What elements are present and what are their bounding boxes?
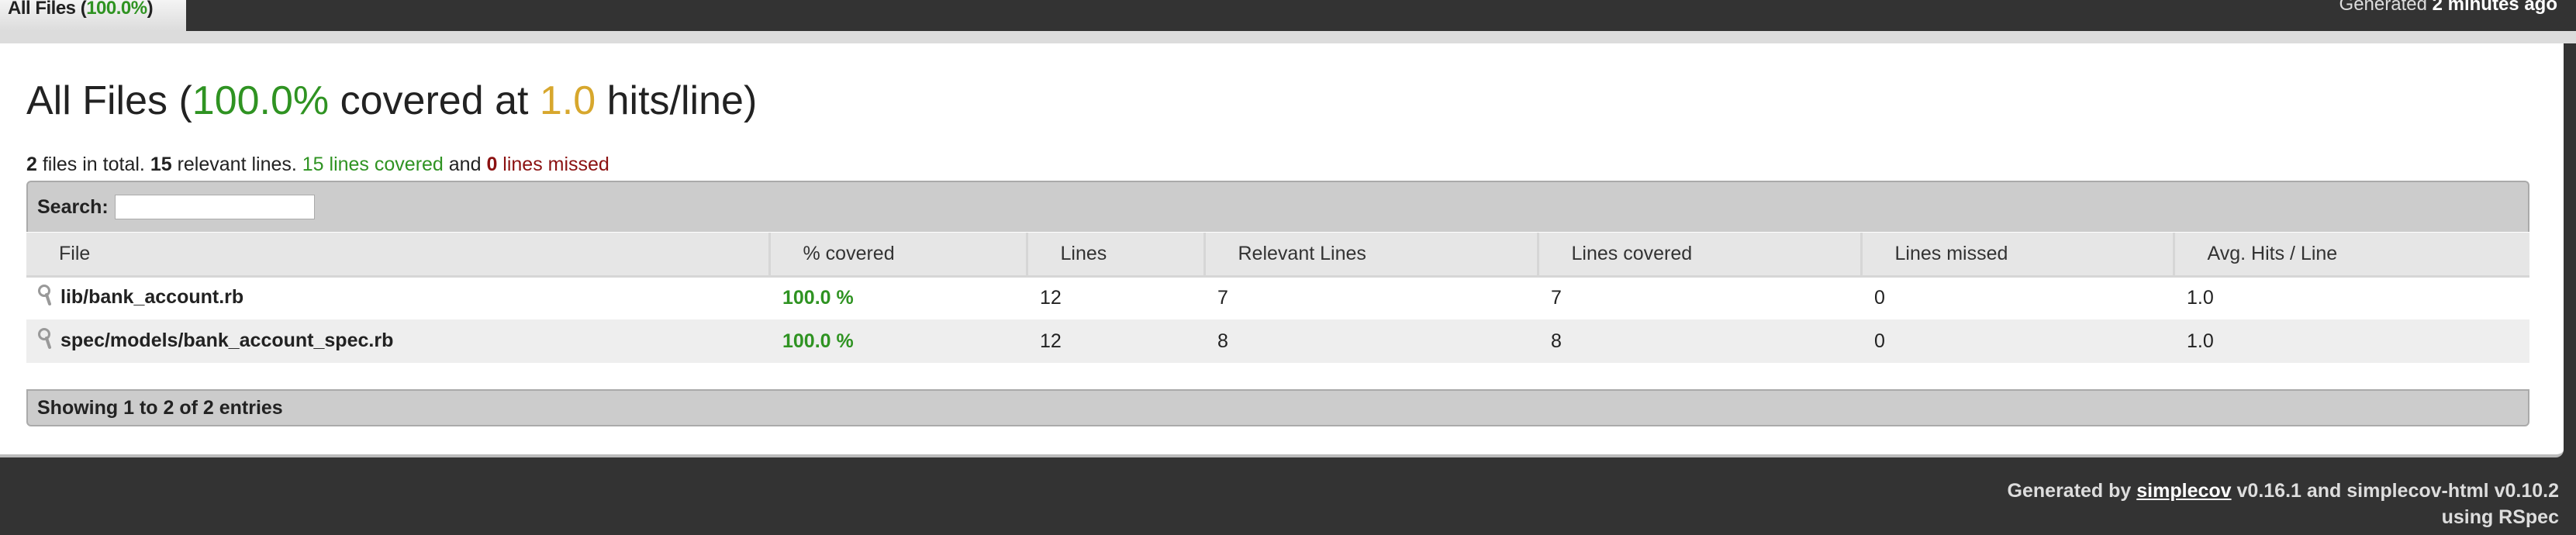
top-bar: All Files (100.0%) Generated 2 minutes a… — [0, 0, 2576, 43]
summary-text: and — [443, 154, 487, 175]
footer: Generated by simplecov v0.16.1 and simpl… — [2008, 478, 2559, 530]
search-label: Search: — [37, 195, 109, 218]
title-hits: 1.0 — [539, 78, 596, 123]
page-title: All Files (100.0% covered at 1.0 hits/li… — [26, 78, 757, 124]
table-row: spec/models/bank_account_spec.rb 100.0 %… — [26, 319, 2529, 363]
relevant-cell: 7 — [1204, 276, 1538, 319]
avg-hits-cell: 1.0 — [2174, 276, 2529, 319]
column-header-lines-covered[interactable]: Lines covered — [1536, 233, 1861, 278]
missed-count: 0 — [486, 154, 498, 175]
tab-percent: 100.0% — [86, 0, 147, 19]
simplecov-link[interactable]: simplecov — [2136, 480, 2231, 502]
file-link[interactable]: lib/bank_account.rb — [60, 286, 243, 308]
relevant-count: 15 — [150, 154, 172, 175]
footer-versions: v0.16.1 and simplecov-html v0.10.2 — [2231, 480, 2560, 502]
summary-text: relevant lines. — [171, 154, 302, 175]
title-suffix: hits/line) — [596, 78, 758, 123]
title-mid: covered at — [329, 78, 540, 123]
avg-hits-cell: 1.0 — [2174, 319, 2529, 363]
lines-cell: 12 — [1027, 276, 1204, 319]
covered-cell: 8 — [1538, 319, 1861, 363]
column-header-percent-covered[interactable]: % covered — [768, 233, 1027, 278]
summary-text: files in total. — [36, 154, 150, 175]
footer-line-2: using RSpec — [2441, 506, 2559, 528]
search-bar: Search: — [26, 181, 2529, 232]
file-link[interactable]: spec/models/bank_account_spec.rb — [60, 330, 393, 351]
tab-band — [0, 31, 2576, 43]
generated-timestamp: Generated 2 minutes ago — [2339, 0, 2557, 16]
column-header-lines[interactable]: Lines — [1025, 233, 1204, 278]
table-info: Showing 1 to 2 of 2 entries — [26, 389, 2529, 426]
covered-count: 15 lines covered — [302, 154, 444, 175]
content-panel: All Files (100.0% covered at 1.0 hits/li… — [0, 43, 2564, 457]
relevant-cell: 8 — [1204, 319, 1538, 363]
title-prefix: All Files ( — [26, 78, 192, 123]
title-percent: 100.0% — [192, 78, 330, 123]
search-input[interactable] — [114, 195, 315, 219]
magnifier-icon — [37, 327, 56, 356]
lines-cell: 12 — [1027, 319, 1204, 363]
table-row: lib/bank_account.rb 100.0 % 12 7 7 0 1.0 — [26, 276, 2529, 319]
missed-label: lines missed — [497, 154, 609, 175]
magnifier-icon — [37, 284, 56, 312]
table-header-row: File % covered Lines Relevant Lines Line… — [26, 233, 2529, 278]
files-count: 2 — [26, 154, 37, 175]
missed-cell: 0 — [1861, 276, 2174, 319]
timestamp-value: 2 minutes ago — [2432, 0, 2557, 15]
missed-cell: 0 — [1861, 319, 2174, 363]
footer-prefix: Generated by — [2007, 480, 2137, 502]
footer-line-1: Generated by simplecov v0.16.1 and simpl… — [2008, 478, 2559, 504]
tab-all-files[interactable]: All Files (100.0%) — [0, 0, 186, 31]
column-header-avg-hits[interactable]: Avg. Hits / Line — [2172, 233, 2529, 278]
column-header-file[interactable]: File — [26, 233, 769, 278]
files-table: File % covered Lines Relevant Lines Line… — [26, 233, 2529, 363]
coverage-summary: 2 files in total. 15 relevant lines. 15 … — [26, 154, 609, 176]
percent-cell: 100.0 % — [769, 276, 1027, 319]
file-cell[interactable]: spec/models/bank_account_spec.rb — [26, 319, 769, 363]
tab-label: All Files — [8, 0, 76, 19]
covered-cell: 7 — [1538, 276, 1861, 319]
percent-cell: 100.0 % — [769, 319, 1027, 363]
column-header-relevant-lines[interactable]: Relevant Lines — [1203, 233, 1538, 278]
timestamp-prefix: Generated — [2339, 0, 2427, 15]
file-cell[interactable]: lib/bank_account.rb — [26, 276, 769, 319]
column-header-lines-missed[interactable]: Lines missed — [1859, 233, 2174, 278]
